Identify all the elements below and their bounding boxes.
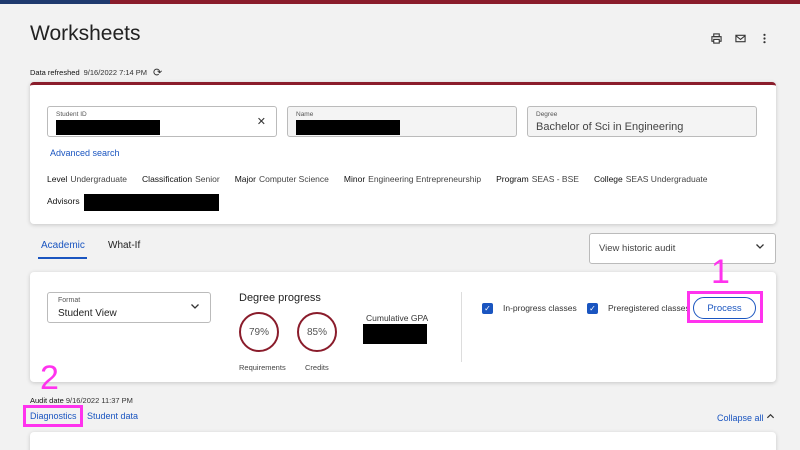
name-redacted [296,120,400,135]
student-card: Student ID ✕ Name Degree Bachelor of Sci… [30,82,776,224]
name-field: Name [287,106,517,137]
email-icon[interactable] [734,32,746,44]
historic-audit-placeholder: View historic audit [599,243,676,254]
more-vertical-icon[interactable] [758,32,770,44]
in-progress-checkbox[interactable]: ✓ [482,303,493,314]
meta-classification: Classification Senior [142,174,220,184]
audit-date-timestamp: 9/16/2022 11:37 PM [65,396,133,405]
collapse-all-label: Collapse all [717,413,764,423]
credits-progress-ring: 85% [297,312,337,352]
refresh-icon[interactable]: ⟳ [153,66,162,79]
preregistered-label: Preregistered classes [608,303,690,313]
requirements-label: Requirements [239,363,286,372]
audit-date-label: Audit date [30,396,64,405]
tab-academic-underline [38,257,87,259]
in-progress-label: In-progress classes [503,303,577,313]
advisors-label: Advisors [47,196,80,206]
credits-label: Credits [305,363,329,372]
data-refreshed-label: Data refreshed [30,68,80,77]
audit-date: Audit date 9/16/2022 11:37 PM [30,396,133,405]
preregistered-checkbox[interactable]: ✓ [587,303,598,314]
student-id-field[interactable]: Student ID ✕ [47,106,277,137]
chevron-up-icon [766,413,775,423]
chevron-down-icon [755,241,765,254]
student-data-link[interactable]: Student data [87,411,138,421]
format-select[interactable]: Format Student View [47,292,211,323]
advisors-redacted [84,194,219,211]
annotation-number-1: 1 [711,253,730,291]
meta-major: Major Computer Science [234,174,329,184]
cumulative-gpa-label: Cumulative GPA [366,313,429,323]
top-brand-bar [0,0,800,4]
clear-icon[interactable]: ✕ [257,115,266,128]
degree-progress-title: Degree progress [239,292,321,304]
format-value: Student View [58,308,117,319]
degree-value: Bachelor of Sci in Engineering [536,121,684,133]
print-icon[interactable] [710,32,722,44]
requirements-progress-ring: 79% [239,312,279,352]
tab-academic[interactable]: Academic [41,240,85,251]
highlight-box-diagnostics [23,405,83,427]
student-id-redacted [56,120,160,135]
meta-level: Level Undergraduate [47,174,128,184]
historic-audit-select[interactable]: View historic audit [589,233,776,264]
degree-field: Degree Bachelor of Sci in Engineering [527,106,757,137]
requirements-percent: 79% [248,326,269,338]
advanced-search-link[interactable]: Advanced search [50,148,120,158]
toolbar [710,32,770,44]
audit-results-card [30,432,776,450]
data-refreshed: Data refreshed 9/16/2022 7:14 PM ⟳ [30,66,162,79]
format-label: Format [58,297,81,304]
annotation-number-2: 2 [40,359,59,397]
chevron-down-icon [190,301,200,314]
student-id-label: Student ID [56,111,87,118]
collapse-all-button[interactable]: Collapse all [717,412,775,423]
meta-minor: Minor Engineering Entrepreneurship [343,174,482,184]
page-title: Worksheets [30,22,141,45]
divider [461,292,462,362]
tab-what-if[interactable]: What-If [108,240,140,251]
gpa-redacted [363,324,427,344]
top-brand-bar-blue [0,0,110,4]
credits-percent: 85% [306,326,327,338]
degree-progress-card: Format Student View Degree progress 79% … [30,272,776,382]
highlight-box-process [687,291,763,323]
degree-label: Degree [536,111,558,118]
meta-program: Program SEAS - BSE [496,174,579,184]
student-meta: Level Undergraduate Classification Senior … [47,174,708,184]
meta-college: College SEAS Undergraduate [593,174,708,184]
name-label: Name [296,111,314,118]
data-refreshed-timestamp: 9/16/2022 7:14 PM [83,68,148,77]
